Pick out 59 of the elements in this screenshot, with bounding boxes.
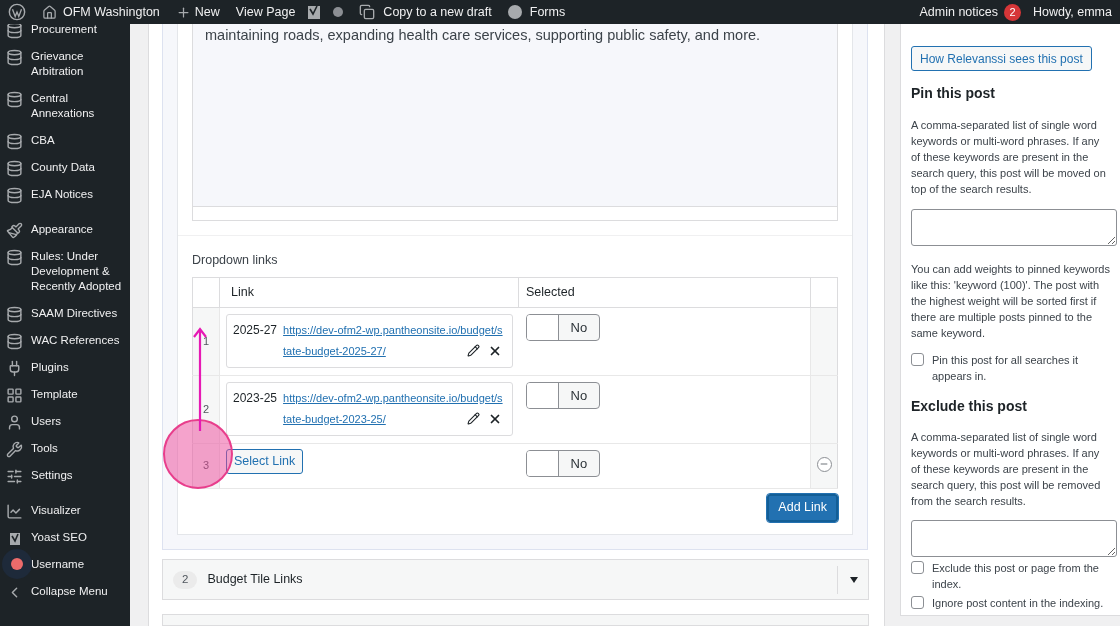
sidebar-item[interactable]: EJA Notices bbox=[0, 181, 130, 208]
sidebar-item[interactable]: Appearance bbox=[0, 216, 130, 243]
section-title: Budget Tile Links bbox=[207, 571, 303, 589]
new-link[interactable]: New bbox=[194, 2, 220, 22]
checkbox-label: Ignore post content in the indexing. bbox=[932, 596, 1105, 611]
sidebar-item[interactable]: SAAM Directives bbox=[0, 300, 130, 327]
add-link-button[interactable]: Add Link bbox=[767, 493, 838, 522]
row-number: 1 bbox=[192, 307, 220, 376]
sidebar-item[interactable]: Users bbox=[0, 408, 130, 435]
column-header: Link bbox=[219, 277, 519, 308]
toggle-label: No bbox=[569, 318, 589, 337]
sidebar-item[interactable]: Tools bbox=[0, 435, 130, 462]
select-link-button[interactable]: Select Link bbox=[226, 448, 304, 474]
link-url[interactable]: https://dev-ofm2-wp.pantheonsite.io/budget/state-budget-2025-27/ bbox=[283, 319, 506, 362]
view-page-link[interactable]: View Page bbox=[235, 2, 296, 22]
section-count: 2 bbox=[173, 570, 198, 589]
sidebar-item[interactable]: Procurement bbox=[0, 24, 130, 43]
sidebar-item[interactable]: WAC References bbox=[0, 327, 130, 354]
relevanssi-view-button[interactable]: How Relevanssi sees this post bbox=[911, 46, 1092, 71]
exclude-heading: Exclude this post bbox=[911, 398, 1028, 414]
site-link[interactable]: OFM Washington bbox=[63, 2, 160, 22]
notice-count: 2 bbox=[1004, 3, 1022, 21]
sidebar-item[interactable]: Username bbox=[0, 551, 130, 578]
toggle-switch[interactable]: No bbox=[525, 381, 601, 409]
checkbox-label: Pin this post for all searches it appears in. bbox=[932, 353, 1080, 384]
sidebar-item[interactable]: Settings bbox=[0, 462, 130, 489]
pin-description: A comma-separated list of single word keywords or multi-word phrases. If any of these keywords are present in the search query, this post will be moved on top of the search results. bbox=[911, 118, 1107, 197]
pin-heading: Pin this post bbox=[911, 85, 996, 101]
exclude-description: A comma-separated list of single word keywords or multi-word phrases. If any of these keywords are present in the search query, this post will be removed from the search results. bbox=[911, 430, 1102, 509]
forms-link[interactable]: Forms bbox=[529, 2, 566, 22]
account-link[interactable]: Howdy, emma bbox=[1033, 2, 1112, 22]
link-year: 2025-27 bbox=[233, 321, 278, 339]
section-header[interactable]: 2 Budget Tile Links bbox=[162, 559, 869, 600]
sidebar-item[interactable]: Central Annexations bbox=[0, 85, 130, 127]
row-number: 2 bbox=[192, 375, 220, 444]
checkbox-label: Exclude this post or page from the index. bbox=[932, 561, 1100, 592]
sidebar-item[interactable]: Grievance Arbitration bbox=[0, 43, 130, 85]
sidebar-item[interactable]: Visualizer bbox=[0, 497, 130, 524]
sidebar-item[interactable]: Rules: Under Development & Recently Adopted bbox=[0, 243, 130, 300]
sidebar-item[interactable]: CBA bbox=[0, 127, 130, 154]
sidebar-item[interactable]: Plugins bbox=[0, 354, 130, 381]
link-url[interactable]: https://dev-ofm2-wp.pantheonsite.io/budget/state-budget-2023-25/ bbox=[283, 387, 506, 430]
editor-text: maintaining roads, expanding health care services, supporting public safety, and more. bbox=[204, 26, 762, 44]
link-year: 2023-25 bbox=[233, 389, 278, 407]
sidebar-item[interactable]: Template bbox=[0, 381, 130, 408]
row-number: 3 bbox=[192, 443, 220, 488]
section-label: Dropdown links bbox=[192, 252, 279, 269]
toggle-switch[interactable]: No bbox=[525, 449, 601, 477]
toggle-label: No bbox=[569, 454, 589, 473]
copy-draft-link[interactable]: Copy to a new draft bbox=[383, 2, 492, 22]
sidebar-item[interactable]: County Data bbox=[0, 154, 130, 181]
sidebar-item[interactable]: Yoast SEO bbox=[0, 524, 130, 551]
column-header: Selected bbox=[518, 277, 811, 308]
toggle-switch[interactable]: No bbox=[525, 313, 601, 341]
text-editor[interactable]: maintaining roads, expanding health care services, supporting public safety, and more. bbox=[192, 24, 838, 221]
weights-description: You can add weights to pinned keywords like this: 'keyword (100)'. The post with the highest weight will be sorted first if there are multiple posts pinned to the same keyword. bbox=[911, 262, 1110, 341]
toggle-label: No bbox=[569, 386, 589, 405]
sidebar-item[interactable]: Collapse Menu bbox=[0, 578, 130, 605]
admin-notices-link[interactable]: Admin notices bbox=[919, 2, 999, 22]
